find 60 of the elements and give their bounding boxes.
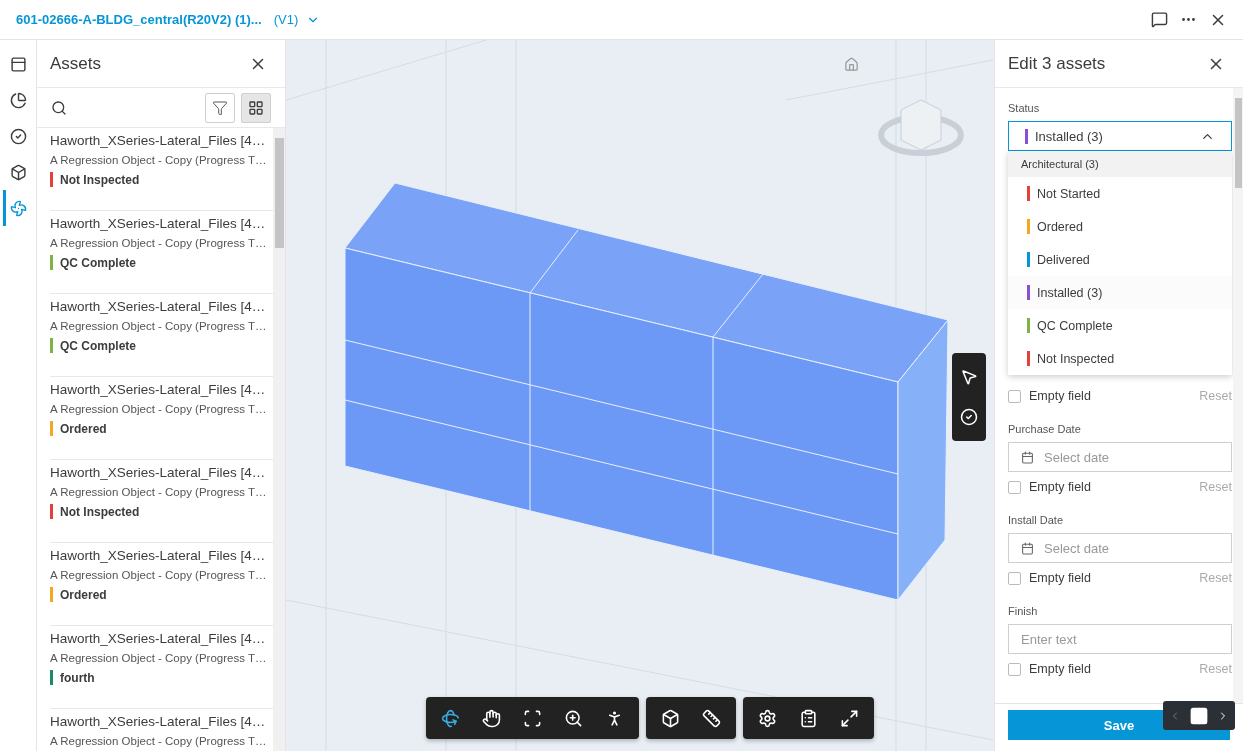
checkbox-label: Empty field — [1029, 571, 1091, 585]
status-label: QC Complete — [60, 338, 136, 353]
field-label: Status — [1008, 102, 1041, 114]
asset-name[interactable]: Haworth_XSeries-Lateral_Files [4… — [50, 299, 273, 314]
status-label: fourth — [60, 670, 95, 685]
status-label: Not Inspected — [60, 172, 140, 187]
asset-description: A Regression Object - Copy (Progress T… — [50, 735, 268, 747]
filter-icon — [212, 98, 228, 117]
calendar-icon — [1021, 450, 1034, 464]
menu-option[interactable]: Installed (3) — [1008, 276, 1232, 309]
calendar-icon — [1021, 541, 1034, 555]
asset-name[interactable]: Haworth_XSeries-Lateral_Files [4… — [50, 631, 273, 646]
panel-title: Assets — [50, 53, 102, 74]
asset-name[interactable]: Haworth_XSeries-Lateral_Files [4… — [50, 216, 273, 231]
menu-option[interactable]: Not Inspected — [1008, 342, 1232, 375]
version-label: (V1) — [273, 12, 299, 27]
menu-option[interactable]: Delivered — [1008, 243, 1232, 276]
checkbox-label: Empty field — [1029, 480, 1091, 494]
field-label: Purchase Date — [1008, 423, 1082, 435]
asset-description: A Regression Object - Copy (Progress T… — [50, 486, 268, 498]
asset-name[interactable]: Haworth_XSeries-Lateral_Files [4… — [50, 465, 273, 480]
status-dropdown[interactable]: Installed (3) — [1008, 121, 1232, 151]
cube-icon — [9, 163, 27, 181]
search-icon[interactable] — [51, 99, 67, 116]
checkbox[interactable] — [1008, 389, 1021, 403]
chat-icon[interactable] — [1149, 9, 1170, 30]
status-label: QC Complete — [60, 255, 136, 270]
check-circle-icon — [9, 127, 27, 145]
fan-icon — [9, 199, 27, 217]
grid-view-button[interactable] — [241, 92, 271, 123]
scrollbar[interactable] — [273, 128, 285, 751]
asset-description: A Regression Object - Copy (Progress T… — [50, 320, 268, 332]
asset-description: A Regression Object - Copy (Progress T… — [50, 154, 268, 166]
asset-name[interactable]: Haworth_XSeries-Lateral_Files [4… — [50, 714, 273, 729]
menu-group-header: Architectural (3) — [1008, 151, 1232, 177]
status-label: Ordered — [60, 587, 107, 602]
menu-option[interactable]: Ordered — [1008, 210, 1232, 243]
scrollbar[interactable] — [1233, 88, 1243, 703]
asset-name[interactable]: Haworth_XSeries-Lateral_Files [4… — [50, 133, 273, 148]
checkbox[interactable] — [1008, 571, 1021, 585]
menu-option[interactable]: Not Started — [1008, 177, 1232, 210]
asset-description: A Regression Object - Copy (Progress T… — [50, 652, 268, 664]
checkbox-label: Empty field — [1029, 662, 1091, 676]
checkbox-label: Empty field — [1029, 389, 1091, 403]
panel-title: Edit 3 assets — [1008, 53, 1106, 74]
checkbox[interactable] — [1008, 480, 1021, 494]
status-label: Ordered — [60, 421, 107, 436]
status-label: Not Inspected — [60, 504, 140, 519]
asset-name[interactable]: Haworth_XSeries-Lateral_Files [4… — [50, 548, 273, 563]
field-label: Install Date — [1008, 514, 1065, 526]
pie-icon — [9, 91, 27, 109]
sheets-icon — [9, 55, 27, 73]
filter-button[interactable] — [205, 92, 235, 123]
asset-description: A Regression Object - Copy (Progress T… — [50, 403, 268, 415]
menu-option[interactable]: QC Complete — [1008, 309, 1232, 342]
asset-description: A Regression Object - Copy (Progress T… — [50, 569, 268, 581]
checkbox[interactable] — [1008, 662, 1021, 676]
field-label: Finish — [1008, 605, 1039, 617]
asset-name[interactable]: Haworth_XSeries-Lateral_Files [4… — [50, 382, 273, 397]
asset-description: A Regression Object - Copy (Progress T… — [50, 237, 268, 249]
